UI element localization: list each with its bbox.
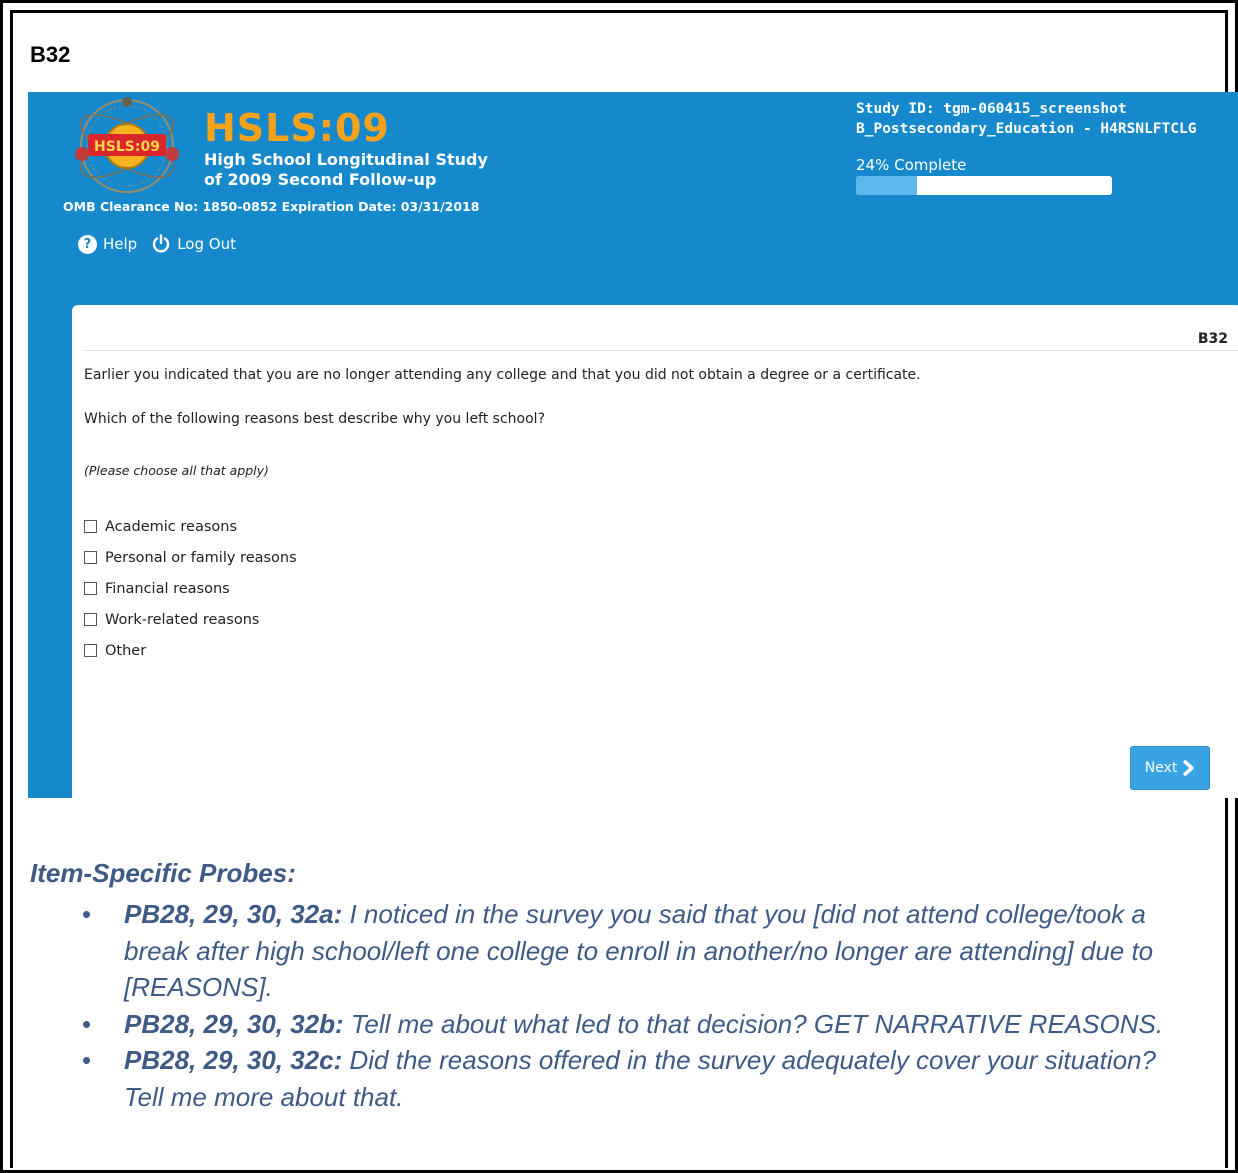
logout-label: Log Out xyxy=(177,235,236,253)
question-prompt: Which of the following reasons best desc… xyxy=(84,411,545,427)
section-name: B_Postsecondary_Education - H4RSNLFTCLG xyxy=(856,121,1197,137)
study-info: Study ID: tgm-060415_screenshot B_Postse… xyxy=(856,99,1196,139)
power-icon xyxy=(153,234,170,253)
option-item[interactable]: Academic reasons xyxy=(84,511,297,542)
question-code: B32 xyxy=(1197,331,1228,347)
probe-item: PB28, 29, 30, 32a: I noticed in the surv… xyxy=(80,896,1200,1006)
option-checkbox[interactable] xyxy=(84,644,97,657)
option-checkbox[interactable] xyxy=(84,551,97,564)
help-link[interactable]: ? Help xyxy=(78,234,138,254)
question-intro: Earlier you indicated that you are no lo… xyxy=(84,367,921,383)
question-icon: ? xyxy=(78,234,97,254)
probe-text: Tell me about what led to that decision?… xyxy=(343,1008,1164,1039)
probes-title: Item-Specific Probes: xyxy=(30,858,296,888)
option-checkbox[interactable] xyxy=(84,520,97,533)
probe-item: PB28, 29, 30, 32c: Did the reasons offer… xyxy=(80,1042,1200,1115)
help-label: Help xyxy=(103,235,138,253)
progress-fill xyxy=(856,176,918,195)
option-item[interactable]: Personal or family reasons xyxy=(84,542,297,573)
omb-clearance: OMB Clearance No: 1850-0852 Expiration D… xyxy=(63,199,480,214)
brand-subtitle-line2: of 2009 Second Follow-up xyxy=(204,170,437,189)
option-item[interactable]: Other xyxy=(84,635,297,666)
probes-list: PB28, 29, 30, 32a: I noticed in the surv… xyxy=(80,896,1200,1115)
survey-screenshot: HSLS:09 HSLS:09 High School Longitudinal… xyxy=(28,92,1238,798)
next-label: Next xyxy=(1144,760,1178,776)
option-label: Financial reasons xyxy=(105,580,230,597)
probe-label: PB28, 29, 30, 32c: xyxy=(124,1045,343,1075)
option-item[interactable]: Work-related reasons xyxy=(84,604,297,635)
probe-label: PB28, 29, 30, 32a: xyxy=(124,899,343,929)
option-label: Academic reasons xyxy=(105,518,238,535)
document-item-label: B32 xyxy=(30,42,71,67)
probe-item: PB28, 29, 30, 32b: Tell me about what le… xyxy=(80,1006,1200,1043)
study-id: Study ID: tgm-060415_screenshot xyxy=(856,101,1127,117)
option-label: Work-related reasons xyxy=(105,611,260,628)
brand-subtitle-line1: High School Longitudinal Study xyxy=(204,150,488,169)
logo-text: HSLS:09 xyxy=(94,139,160,155)
logout-link[interactable]: Log Out xyxy=(151,234,236,254)
option-item[interactable]: Financial reasons xyxy=(84,573,297,604)
next-button[interactable]: Next xyxy=(1130,746,1210,790)
options-list: Academic reasons Personal or family reaso… xyxy=(84,511,297,666)
option-checkbox[interactable] xyxy=(84,582,97,595)
progress-label: 24% Complete xyxy=(856,156,967,174)
question-panel: B32 Earlier you indicated that you are n… xyxy=(72,305,1238,798)
hsls-logo-icon: HSLS:09 xyxy=(75,97,179,193)
option-label: Other xyxy=(105,642,147,659)
probe-label: PB28, 29, 30, 32b: xyxy=(124,1008,344,1039)
brand-title: HSLS:09 xyxy=(204,106,390,150)
top-nav: ? Help Log Out xyxy=(78,234,236,254)
progress-bar xyxy=(856,176,1112,195)
brand-block: HSLS:09 High School Longitudinal Study o… xyxy=(204,106,488,190)
divider xyxy=(84,350,1238,351)
question-note: (Please choose all that apply) xyxy=(84,463,269,478)
option-label: Personal or family reasons xyxy=(105,549,297,566)
chevron-right-icon xyxy=(1183,760,1195,776)
option-checkbox[interactable] xyxy=(84,613,97,626)
